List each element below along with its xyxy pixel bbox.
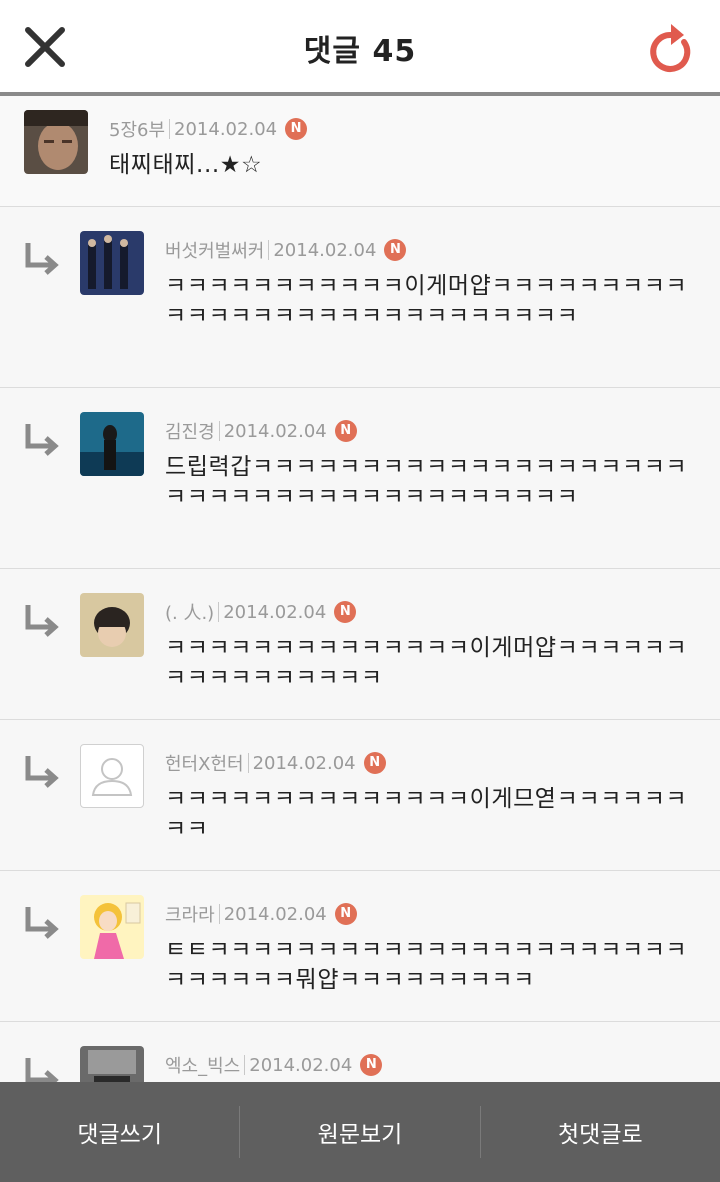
divider: [247, 753, 249, 773]
new-badge: N: [285, 118, 308, 140]
author-name[interactable]: 5장6부: [109, 116, 165, 142]
avatar[interactable]: [80, 1046, 144, 1082]
reply-arrow-icon: [25, 424, 59, 456]
new-badge: N: [334, 420, 357, 442]
divider: [218, 904, 220, 924]
new-badge: N: [334, 903, 357, 925]
comment-date: 2014.02.04: [249, 1054, 353, 1076]
author-name[interactable]: 엑소_빅스: [165, 1052, 240, 1078]
reply-arrow-icon: [25, 243, 59, 275]
comment-text: ㅋㅋㅋㅋㅋㅋㅋㅋㅋㅋㅋ이게머얍ㅋㅋㅋㅋㅋㅋㅋㅋㅋㅋㅋㅋㅋㅋㅋㅋㅋㅋㅋㅋㅋㅋㅋㅋㅋ…: [165, 273, 688, 329]
author-name[interactable]: 헌터X헌터: [165, 750, 244, 776]
new-badge: N: [360, 1054, 383, 1076]
comment-meta: 크라라 2014.02.04 N: [165, 901, 357, 927]
divider: [169, 119, 171, 139]
write-comment-button[interactable]: 댓글쓰기: [0, 1082, 239, 1182]
comment-meta: 버섯커벌써커 2014.02.04 N: [165, 237, 407, 263]
author-name[interactable]: 버섯커벌써커: [165, 237, 264, 263]
comment-text: ㅋㅋㅋㅋㅋㅋㅋㅋㅋㅋㅋㅋㅋㅋ이게므엳ㅋㅋㅋㅋㅋㅋㅋㅋ: [165, 786, 688, 842]
author-name[interactable]: (. 人.): [165, 599, 214, 625]
reply-item[interactable]: 엑소_빅스 2014.02.04 N: [0, 1022, 720, 1082]
comment-meta: 5장6부 2014.02.04 N: [109, 116, 308, 142]
comment-date: 2014.02.04: [223, 601, 327, 623]
avatar[interactable]: [80, 412, 144, 476]
comment-date: 2014.02.04: [174, 118, 278, 140]
divider: [244, 1055, 246, 1075]
reply-item[interactable]: (. 人.) 2014.02.04 N ㅋㅋㅋㅋㅋㅋㅋㅋㅋㅋㅋㅋㅋㅋ이게머얍ㅋㅋ…: [0, 569, 720, 720]
comment-list[interactable]: 5장6부 2014.02.04 N 태찌태찌...★☆ 버섯커벌써커 2014.…: [0, 96, 720, 1082]
divider: [218, 421, 220, 441]
comment-date: 2014.02.04: [223, 903, 327, 925]
reply-arrow-icon: [25, 907, 59, 939]
reply-item[interactable]: 김진경 2014.02.04 N 드립력갑ㅋㅋㅋㅋㅋㅋㅋㅋㅋㅋㅋㅋㅋㅋㅋㅋㅋㅋㅋ…: [0, 388, 720, 569]
avatar[interactable]: [80, 231, 144, 295]
reply-item[interactable]: 헌터X헌터 2014.02.04 N ㅋㅋㅋㅋㅋㅋㅋㅋㅋㅋㅋㅋㅋㅋ이게므엳ㅋㅋㅋ…: [0, 720, 720, 871]
comment-text: 태찌태찌...★☆: [109, 152, 263, 178]
comment-date: 2014.02.04: [273, 239, 377, 261]
reply-item[interactable]: 버섯커벌써커 2014.02.04 N ㅋㅋㅋㅋㅋㅋㅋㅋㅋㅋㅋ이게머얍ㅋㅋㅋㅋㅋ…: [0, 207, 720, 388]
go-first-comment-button[interactable]: 첫댓글로: [481, 1082, 720, 1182]
comment-date: 2014.02.04: [252, 752, 356, 774]
new-badge: N: [363, 752, 386, 774]
divider: [218, 602, 220, 622]
page-title: 댓글 45: [303, 34, 417, 69]
comment-meta: 헌터X헌터 2014.02.04 N: [165, 750, 386, 776]
reply-item[interactable]: 크라라 2014.02.04 N ㅌㅌㅋㅋㅋㅋㅋㅋㅋㅋㅋㅋㅋㅋㅋㅋㅋㅋㅋㅋㅋㅋㅋ…: [0, 871, 720, 1022]
comment-text: ㅌㅌㅋㅋㅋㅋㅋㅋㅋㅋㅋㅋㅋㅋㅋㅋㅋㅋㅋㅋㅋㅋㅋㅋㅋㅋㅋㅋㅋㅋ뭐얍ㅋㅋㅋㅋㅋㅋㅋㅋ…: [165, 937, 688, 993]
refresh-icon: [650, 24, 691, 72]
author-name[interactable]: 크라라: [165, 901, 215, 927]
refresh-button[interactable]: [644, 20, 698, 76]
reply-arrow-icon: [25, 756, 59, 788]
comment-text: ㅋㅋㅋㅋㅋㅋㅋㅋㅋㅋㅋㅋㅋㅋ이게머얍ㅋㅋㅋㅋㅋㅋㅋㅋㅋㅋㅋㅋㅋㅋㅋㅋ: [165, 635, 688, 691]
new-badge: N: [334, 601, 357, 623]
avatar[interactable]: [80, 895, 144, 959]
comment-text: 드립력갑ㅋㅋㅋㅋㅋㅋㅋㅋㅋㅋㅋㅋㅋㅋㅋㅋㅋㅋㅋㅋㅋㅋㅋㅋㅋㅋㅋㅋㅋㅋㅋㅋㅋㅋㅋㅋ…: [165, 454, 688, 510]
header-bar: 댓글 45: [0, 0, 720, 96]
avatar[interactable]: [24, 110, 88, 174]
divider: [268, 240, 270, 260]
comment-meta: 김진경 2014.02.04 N: [165, 418, 357, 444]
new-badge: N: [384, 239, 407, 261]
person-icon: [91, 758, 133, 796]
reply-arrow-icon: [25, 605, 59, 637]
default-avatar[interactable]: [80, 744, 144, 808]
bottom-action-bar: 댓글쓰기 원문보기 첫댓글로: [0, 1082, 720, 1182]
view-original-button[interactable]: 원문보기: [240, 1082, 479, 1182]
comment-item[interactable]: 5장6부 2014.02.04 N 태찌태찌...★☆: [0, 96, 720, 207]
reply-arrow-icon: [25, 1058, 59, 1082]
comment-meta: (. 人.) 2014.02.04 N: [165, 599, 357, 625]
comment-meta: 엑소_빅스 2014.02.04 N: [165, 1052, 383, 1078]
avatar[interactable]: [80, 593, 144, 657]
author-name[interactable]: 김진경: [165, 418, 215, 444]
comment-date: 2014.02.04: [223, 420, 327, 442]
